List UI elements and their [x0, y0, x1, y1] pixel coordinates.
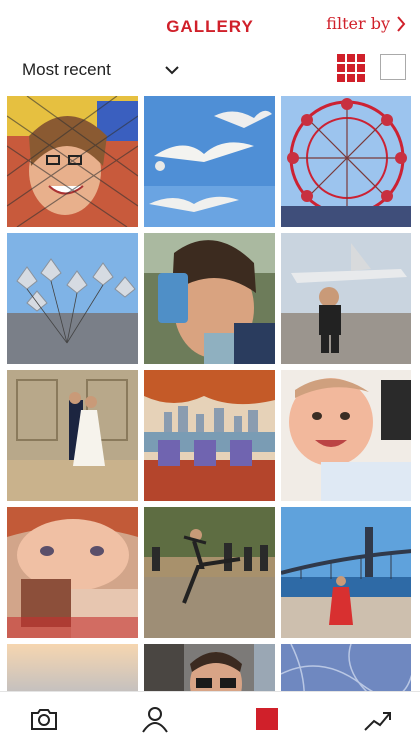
- photo-sunset-sky[interactable]: [7, 644, 138, 691]
- header-bar: GALLERY filter by: [0, 0, 420, 52]
- photo-woman-by-bridge[interactable]: [281, 507, 411, 638]
- chevron-down-icon: [165, 65, 179, 74]
- tab-trending[interactable]: [361, 702, 395, 736]
- photo-smiling-baby[interactable]: [281, 370, 411, 501]
- chevron-right-icon: [397, 15, 406, 32]
- photo-blue-tree[interactable]: [281, 644, 411, 691]
- grid-view-icon[interactable]: [337, 54, 365, 82]
- camera-icon: [31, 709, 57, 730]
- tab-gallery[interactable]: [250, 702, 284, 736]
- sort-dropdown[interactable]: Most recent: [22, 60, 179, 80]
- photo-silver-balloons[interactable]: [7, 233, 138, 364]
- tab-bar: [0, 691, 420, 747]
- photo-ferris-wheel[interactable]: [281, 96, 411, 227]
- photo-wedding-couple[interactable]: [7, 370, 138, 501]
- single-view-icon[interactable]: [380, 54, 406, 80]
- tab-profile[interactable]: [138, 702, 172, 736]
- trending-icon: [364, 712, 391, 731]
- photo-city-skyline-chairs[interactable]: [144, 370, 275, 501]
- profile-icon: [142, 707, 168, 733]
- filter-label: filter by: [326, 14, 390, 33]
- photo-girl-behind-net[interactable]: [7, 96, 138, 227]
- photo-grid: [7, 96, 411, 691]
- photo-boy-at-aircraft-museum[interactable]: [281, 233, 411, 364]
- sort-label: Most recent: [22, 60, 111, 79]
- photo-dancer-in-park[interactable]: [144, 507, 275, 638]
- photo-redhead-child[interactable]: [7, 507, 138, 638]
- filter-button[interactable]: filter by: [326, 14, 406, 33]
- tab-camera[interactable]: [27, 702, 61, 736]
- gallery-icon: [256, 708, 278, 730]
- photo-man-with-sunglasses[interactable]: [144, 644, 275, 691]
- photo-seagulls-in-sky[interactable]: [144, 96, 275, 227]
- photo-woman-with-phone[interactable]: [144, 233, 275, 364]
